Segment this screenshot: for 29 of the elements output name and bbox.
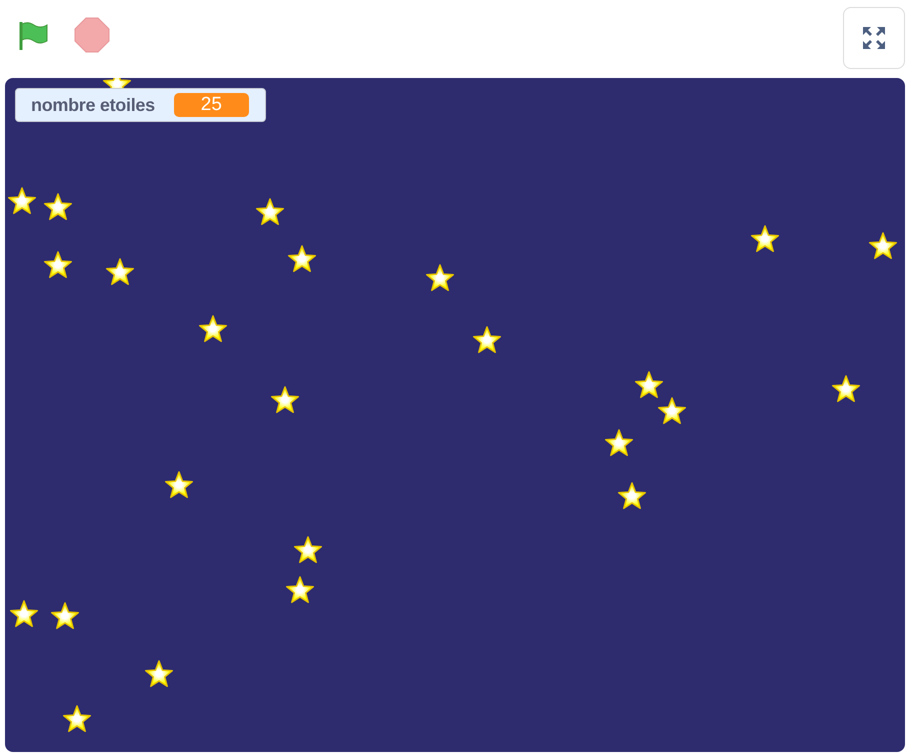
star bbox=[9, 599, 39, 630]
star bbox=[105, 257, 135, 288]
stop-icon[interactable] bbox=[73, 16, 111, 54]
star bbox=[831, 374, 861, 405]
fullscreen-button[interactable] bbox=[843, 7, 905, 69]
monitor-label: nombre etoiles bbox=[31, 94, 155, 116]
star bbox=[868, 231, 898, 262]
star bbox=[164, 470, 194, 501]
star bbox=[43, 250, 73, 281]
star bbox=[50, 601, 80, 632]
star bbox=[293, 535, 323, 566]
star bbox=[144, 659, 174, 690]
star bbox=[657, 396, 687, 427]
star bbox=[285, 575, 315, 606]
star bbox=[287, 244, 317, 275]
star bbox=[43, 192, 73, 223]
fullscreen-icon bbox=[861, 25, 887, 51]
star bbox=[255, 197, 285, 228]
star bbox=[198, 314, 228, 345]
star bbox=[604, 428, 634, 459]
star bbox=[472, 325, 502, 356]
star bbox=[7, 186, 37, 217]
monitor-value: 25 bbox=[174, 93, 249, 117]
star bbox=[617, 481, 647, 512]
star bbox=[634, 370, 664, 401]
star bbox=[270, 385, 300, 416]
star bbox=[62, 704, 92, 735]
star bbox=[425, 263, 455, 294]
star bbox=[750, 224, 780, 255]
